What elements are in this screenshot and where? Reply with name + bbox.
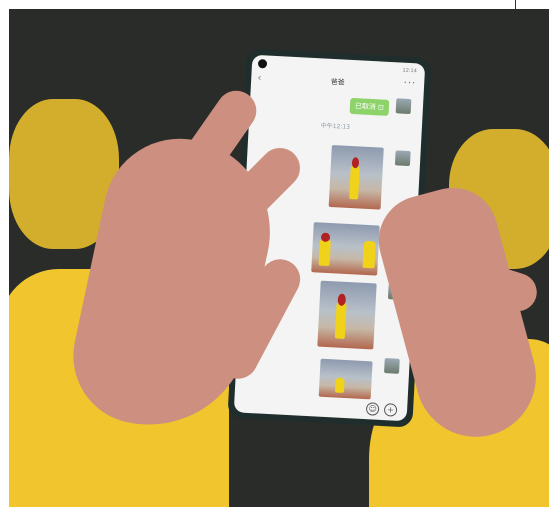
photo-message-2[interactable] [311,222,380,276]
yellow-figure [362,240,377,269]
cancelled-message-bubble[interactable]: 已取消 ⊡ [349,97,390,116]
photo-message-3[interactable] [317,280,377,350]
photo-message-1[interactable] [328,144,384,210]
contact-name: 爸爸 [330,77,345,87]
photo: 12:14 ‹ 爸爸 ··· 已取消 ⊡ 中午12:13 ☺ + [9,9,549,507]
yellow-figure [334,376,345,393]
status-time: 12:14 [402,67,417,75]
avatar[interactable] [395,98,412,115]
photo-message-4[interactable] [318,358,373,400]
figure-head [337,293,346,306]
avatar[interactable] [394,150,411,167]
plus-icon[interactable]: + [383,403,398,417]
avatar[interactable] [384,358,400,374]
emoji-icon[interactable]: ☺ [365,402,380,416]
camera-hole [257,59,268,69]
yellow-figure [348,165,360,200]
yellow-figure [334,301,347,339]
input-bar: ☺ + [234,392,408,421]
more-dots-icon[interactable]: ··· [403,78,416,90]
yellow-figure [318,237,332,267]
message-timestamp: 中午12:13 [320,122,351,131]
